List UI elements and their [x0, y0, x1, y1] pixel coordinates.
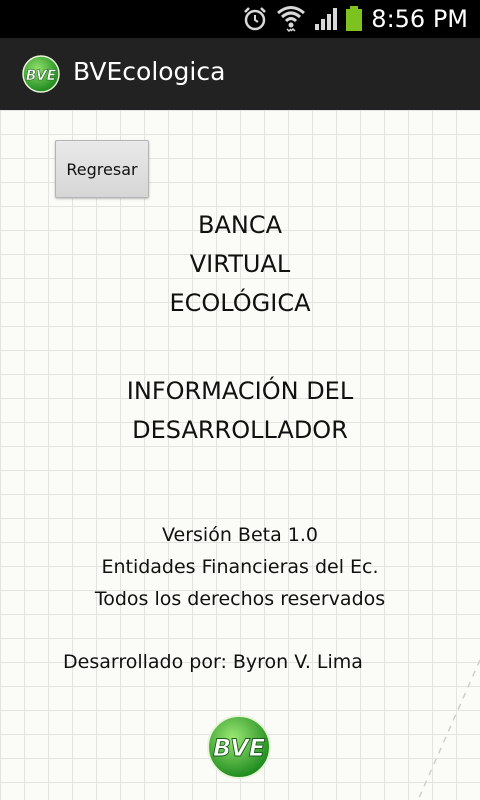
- status-time: 8:56 PM: [371, 5, 468, 33]
- alarm-icon: [242, 6, 268, 36]
- content-area: Regresar BANCA VIRTUAL ECOLÓGICA INFORMA…: [0, 110, 480, 800]
- bve-logo-icon: BVE: [206, 714, 272, 780]
- title-line: VIRTUAL: [189, 250, 291, 278]
- signal-icon: [314, 7, 340, 35]
- app-title: BVEcologica: [73, 57, 226, 86]
- svg-text:BVE: BVE: [213, 734, 266, 762]
- developer-credit: Desarrollado por: Byron V. Lima: [63, 651, 363, 673]
- wifi-icon: [276, 4, 306, 36]
- app-name-heading: BANCA VIRTUAL ECOLÓGICA: [0, 206, 480, 323]
- status-bar: 8:56 PM: [0, 0, 480, 38]
- subtitle-line: INFORMACIÓN DEL: [126, 377, 354, 405]
- svg-text:BVE: BVE: [26, 68, 57, 84]
- title-line: ECOLÓGICA: [169, 289, 311, 317]
- back-button[interactable]: Regresar: [55, 140, 149, 198]
- version-info: Versión Beta 1.0 Entidades Financieras d…: [0, 519, 480, 615]
- entities-text: Entidades Financieras del Ec.: [101, 556, 379, 578]
- section-heading: INFORMACIÓN DEL DESARROLLADOR: [0, 372, 480, 450]
- screen: 8:56 PM BVE BVEcologica Regresar BANCA V…: [0, 0, 480, 800]
- version-text: Versión Beta 1.0: [162, 524, 318, 546]
- battery-icon: [345, 6, 363, 36]
- action-bar: BVE BVEcologica: [0, 38, 480, 110]
- title-line: BANCA: [197, 211, 282, 239]
- app-logo-icon[interactable]: BVE: [22, 55, 60, 93]
- rights-text: Todos los derechos reservados: [94, 588, 386, 610]
- subtitle-line: DESARROLLADOR: [132, 416, 348, 444]
